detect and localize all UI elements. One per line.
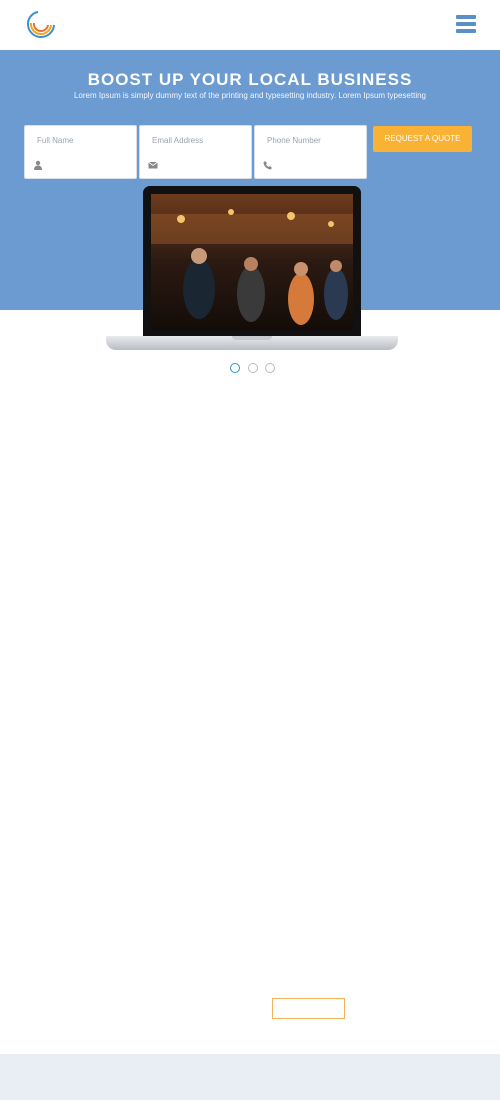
phone-label: Phone Number bbox=[267, 136, 321, 145]
laptop-notch bbox=[232, 336, 272, 340]
phone-field[interactable]: Phone Number bbox=[254, 125, 367, 179]
slider-dot-1[interactable] bbox=[230, 363, 240, 373]
slider-dot-2[interactable] bbox=[248, 363, 258, 373]
swirl-logo-icon[interactable] bbox=[24, 9, 58, 41]
envelope-icon bbox=[148, 161, 158, 169]
full-name-label: Full Name bbox=[37, 136, 74, 145]
phone-icon bbox=[263, 161, 272, 170]
hamburger-menu-icon[interactable] bbox=[456, 15, 476, 33]
request-quote-button[interactable]: REQUEST A QUOTE bbox=[373, 126, 472, 152]
hero-title: BOOST UP YOUR LOCAL BUSINESS bbox=[87, 70, 413, 89]
full-name-field[interactable]: Full Name bbox=[24, 125, 137, 179]
outline-button[interactable] bbox=[272, 998, 345, 1019]
footer-band bbox=[0, 1054, 500, 1100]
laptop-showcase bbox=[106, 186, 398, 354]
site-header bbox=[0, 0, 500, 50]
hero-subtitle: Lorem Ipsum is simply dummy text of the … bbox=[73, 91, 426, 100]
user-icon bbox=[34, 160, 42, 170]
bar-photo-image bbox=[151, 194, 353, 330]
laptop-screen bbox=[143, 186, 361, 336]
email-label: Email Address bbox=[152, 136, 204, 145]
email-field[interactable]: Email Address bbox=[139, 125, 252, 179]
slider-dot-3[interactable] bbox=[265, 363, 275, 373]
